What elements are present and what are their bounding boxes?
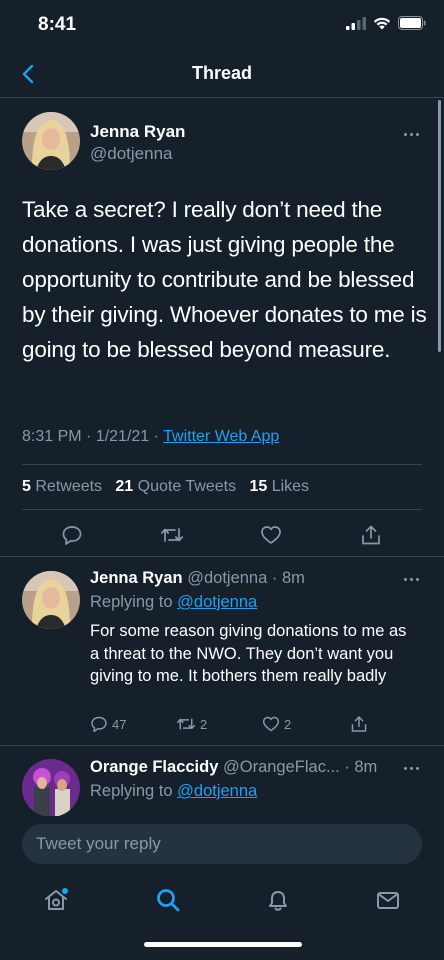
more-dot <box>415 132 419 136</box>
reply-tweet[interactable]: Jenna Ryan @dotjenna · 8m Replying to @d… <box>0 557 444 745</box>
more-dot <box>403 577 407 581</box>
more-dot <box>415 766 419 770</box>
avatar-photo <box>22 759 80 816</box>
replying-to: Replying to @dotjenna <box>90 593 257 612</box>
retweet-icon <box>160 528 184 542</box>
tweet-text: Take a secret? I really don’t need the d… <box>22 197 427 362</box>
tweet-stats: 5 Retweets 21 Quote Tweets 15 Likes <box>22 478 309 496</box>
reply-header: Orange Flaccidy @OrangeFlac... · 8m <box>90 758 377 777</box>
replying-to-label: Replying to <box>90 782 178 800</box>
tweet-meta: 8:31 PM · 1/21/21 · Twitter Web App <box>22 428 279 446</box>
retweet-count: 2 <box>200 716 208 732</box>
retweets-stat[interactable]: 5 Retweets <box>22 478 102 495</box>
reply-handle-time: @dotjenna · 8m <box>187 569 305 587</box>
reply-button[interactable] <box>60 523 84 547</box>
nav-bar: Thread <box>0 52 444 98</box>
reply-input[interactable]: Tweet your reply <box>22 824 422 864</box>
quote-tweets-stat[interactable]: 21 Quote Tweets <box>115 478 236 495</box>
reply-count: 47 <box>112 716 127 732</box>
tab-messages[interactable] <box>372 884 404 916</box>
notifications-icon <box>269 891 287 911</box>
wifi-icon <box>373 17 391 29</box>
avatar-photo <box>22 571 80 629</box>
more-dot <box>409 577 413 581</box>
heart-icon <box>262 716 280 732</box>
heart-icon <box>261 526 281 544</box>
reply-author-name[interactable]: Orange Flaccidy <box>90 758 218 776</box>
reply-text: For some reason giving donations to me a… <box>90 622 407 685</box>
replying-to-link[interactable]: @dotjenna <box>177 782 257 800</box>
divider <box>22 464 422 465</box>
retweet-icon <box>176 718 196 730</box>
avatar[interactable] <box>22 571 80 629</box>
reply-author-name[interactable]: Jenna Ryan <box>90 569 183 587</box>
tweet-source-link[interactable]: Twitter Web App <box>163 428 279 445</box>
share-icon <box>362 525 380 545</box>
reply-icon <box>62 526 82 545</box>
signal-icon <box>346 16 366 30</box>
share-button[interactable] <box>359 523 383 547</box>
retweet-button[interactable] <box>160 523 184 547</box>
more-options-button[interactable] <box>400 762 422 774</box>
like-button[interactable]: 2 <box>262 715 291 733</box>
tweet-action-bar <box>0 521 444 551</box>
more-options-button[interactable] <box>400 573 422 585</box>
avatar-photo <box>22 112 80 170</box>
more-dot <box>403 132 407 136</box>
home-indicator[interactable] <box>144 942 302 947</box>
retweet-button[interactable]: 2 <box>176 715 207 733</box>
reply-icon <box>91 716 107 733</box>
tab-home[interactable] <box>40 884 72 916</box>
like-count: 2 <box>284 716 292 732</box>
divider <box>22 509 422 510</box>
reply-action-bar: 47 2 2 <box>90 715 380 737</box>
battery-icon <box>398 16 426 30</box>
status-time: 8:41 <box>38 14 77 35</box>
messages-icon <box>377 892 399 909</box>
more-options-button[interactable] <box>400 128 422 140</box>
reply-handle-time: @OrangeFlac... · 8m <box>222 758 378 776</box>
more-dot <box>409 766 413 770</box>
tab-notifications[interactable] <box>262 884 294 916</box>
replying-to-link[interactable]: @dotjenna <box>177 593 257 611</box>
compose-bar: Tweet your reply <box>0 816 444 872</box>
more-dot <box>409 132 413 136</box>
replying-to-label: Replying to <box>90 593 178 611</box>
reply-tweet[interactable]: Orange Flaccidy @OrangeFlac... · 8m Repl… <box>0 746 444 816</box>
status-icons <box>346 16 426 30</box>
author-name[interactable]: Jenna Ryan <box>90 122 185 142</box>
more-dot <box>415 577 419 581</box>
like-button[interactable] <box>259 523 283 547</box>
reply-button[interactable]: 47 <box>90 715 126 733</box>
scrollbar[interactable] <box>438 100 441 352</box>
likes-stat[interactable]: 15 Likes <box>249 478 309 495</box>
tab-search[interactable] <box>152 884 184 916</box>
reply-header: Jenna Ryan @dotjenna · 8m <box>90 569 305 588</box>
nav-title: Thread <box>191 63 252 83</box>
avatar[interactable] <box>22 112 80 170</box>
home-icon <box>45 888 68 910</box>
more-dot <box>403 766 407 770</box>
author-handle[interactable]: @dotjenna <box>90 144 173 164</box>
status-bar: 8:41 <box>0 0 444 52</box>
share-icon <box>351 716 367 732</box>
search-icon <box>157 889 180 912</box>
tweet-timestamp: 8:31 PM · 1/21/21 · <box>22 428 164 445</box>
replying-to: Replying to @dotjenna <box>90 782 257 801</box>
avatar[interactable] <box>22 759 80 816</box>
share-button[interactable] <box>350 715 368 733</box>
